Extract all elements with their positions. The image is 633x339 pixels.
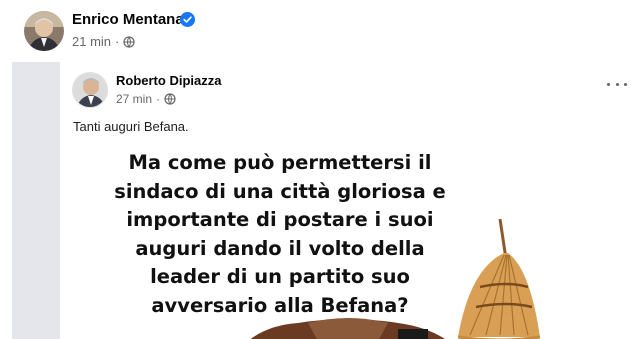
more-options-icon[interactable] [607, 78, 627, 90]
post-header: Enrico Mentana 21 min · [0, 0, 633, 62]
shared-post-time[interactable]: 27 min [116, 92, 152, 106]
verified-badge-icon [180, 12, 195, 27]
avatar[interactable] [24, 11, 64, 51]
shared-avatar[interactable] [72, 72, 108, 108]
shared-post[interactable]: Roberto Dipiazza 27 min · Tanti auguri B… [60, 62, 633, 339]
befana-figure [250, 318, 445, 339]
shared-meta-separator: · [156, 92, 161, 106]
shared-avatar-photo [73, 73, 107, 107]
shared-post-text: Tanti auguri Befana. [73, 119, 189, 134]
image-caption: Ma come può permettersi il sindaco di un… [114, 151, 446, 317]
shared-post-meta: 27 min · [116, 92, 176, 106]
globe-icon[interactable] [164, 93, 176, 105]
post-time[interactable]: 21 min [72, 34, 111, 49]
post-meta: 21 min · [72, 34, 135, 49]
shared-author-name[interactable]: Roberto Dipiazza [116, 73, 221, 88]
avatar-photo [24, 11, 64, 51]
meta-separator: · [115, 34, 120, 49]
globe-icon[interactable] [123, 35, 135, 48]
post-image[interactable]: Ma come può permettersi il sindaco di un… [60, 147, 633, 339]
broom-illustration [457, 219, 541, 339]
author-name[interactable]: Enrico Mentana [72, 11, 184, 28]
